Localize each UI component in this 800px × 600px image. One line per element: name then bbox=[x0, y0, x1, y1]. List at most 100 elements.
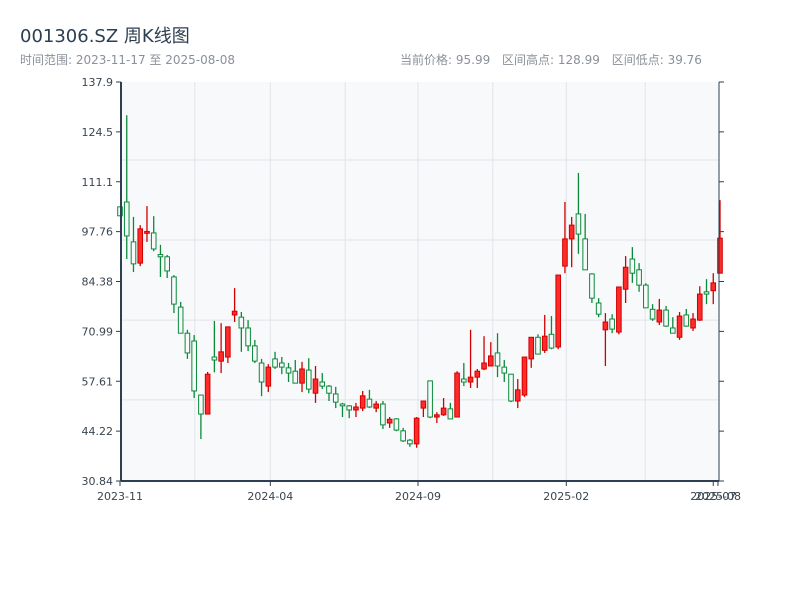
candle-body bbox=[494, 352, 501, 367]
candle-up bbox=[137, 225, 144, 267]
candle-body bbox=[589, 273, 595, 299]
candle-body bbox=[373, 403, 379, 409]
candle-body bbox=[198, 394, 204, 415]
candle-body bbox=[670, 327, 676, 334]
candle-body bbox=[211, 356, 218, 361]
candle-body bbox=[501, 366, 508, 374]
candle-body bbox=[177, 306, 184, 334]
candle-body bbox=[616, 286, 622, 333]
candle-body bbox=[474, 370, 481, 378]
candle-body bbox=[690, 318, 696, 329]
candle-body bbox=[312, 378, 319, 394]
candle-body bbox=[636, 269, 642, 286]
candle-body bbox=[218, 351, 224, 362]
candle-body bbox=[568, 224, 575, 240]
x-tick-label: 2023-11 bbox=[97, 490, 143, 503]
candle-body bbox=[299, 368, 305, 384]
candle-body bbox=[528, 336, 535, 360]
candle-body bbox=[555, 274, 562, 348]
candle-body bbox=[629, 258, 636, 274]
x-tick-label: 2024-04 bbox=[247, 490, 293, 503]
y-tick-label: 30.84 bbox=[82, 475, 114, 488]
candle-body bbox=[622, 266, 629, 290]
candle-body bbox=[231, 310, 238, 316]
candle-body bbox=[508, 373, 514, 402]
candle-down bbox=[643, 283, 649, 309]
plot-area bbox=[121, 82, 719, 481]
candle-body bbox=[285, 367, 292, 374]
candle-up bbox=[676, 311, 683, 340]
candle-down bbox=[380, 401, 386, 429]
candle-body bbox=[164, 256, 170, 272]
candle-body bbox=[123, 201, 130, 237]
candle-body bbox=[461, 378, 467, 383]
candle-body bbox=[238, 316, 245, 329]
candle-down bbox=[191, 335, 197, 399]
candle-body bbox=[413, 417, 420, 445]
candle-body bbox=[400, 430, 406, 442]
candle-down bbox=[393, 418, 400, 432]
candle-body bbox=[487, 355, 494, 367]
candle-body bbox=[521, 356, 528, 396]
candle-down bbox=[589, 273, 595, 304]
candle-body bbox=[339, 403, 346, 407]
x-tick-label: 2025-02 bbox=[543, 490, 589, 503]
candle-body bbox=[407, 439, 413, 445]
candle-up bbox=[616, 286, 622, 335]
candle-down bbox=[535, 334, 541, 355]
candle-body bbox=[191, 340, 197, 392]
candle-body bbox=[427, 380, 433, 418]
candle-body bbox=[380, 403, 386, 426]
candle-body bbox=[265, 366, 272, 387]
candle-body bbox=[703, 291, 710, 295]
candle-body bbox=[184, 332, 191, 354]
y-tick-label: 57.61 bbox=[82, 375, 114, 388]
candle-body bbox=[272, 358, 278, 368]
candle-body bbox=[548, 333, 555, 349]
candle-body bbox=[346, 405, 353, 411]
candlestick-chart: 137.9 124.5 111.1 97.76 84.38 70.99 57.61 44.22… bbox=[82, 76, 741, 503]
x-tick-label: 2025-08 bbox=[695, 490, 741, 503]
candle-body bbox=[676, 315, 683, 338]
candle-body bbox=[144, 230, 150, 234]
candle-body bbox=[420, 400, 427, 409]
y-tick-label: 137.9 bbox=[82, 76, 114, 89]
candle-body bbox=[157, 254, 164, 258]
candle-body bbox=[514, 389, 521, 402]
candle-body bbox=[683, 314, 690, 327]
candle-body bbox=[353, 406, 359, 411]
candle-down bbox=[508, 373, 514, 403]
candle-up bbox=[521, 356, 528, 397]
candle-body bbox=[319, 381, 326, 387]
candle-body bbox=[130, 241, 137, 265]
candle-body bbox=[643, 284, 649, 309]
candle-body bbox=[609, 318, 615, 330]
candle-body bbox=[575, 213, 582, 235]
candle-body bbox=[710, 282, 717, 292]
candle-body bbox=[535, 336, 541, 355]
candle-body bbox=[447, 408, 454, 420]
y-tick-label: 70.99 bbox=[82, 325, 114, 338]
candle-body bbox=[582, 238, 588, 271]
candle-body bbox=[454, 372, 460, 418]
candle-body bbox=[326, 385, 332, 394]
y-tick-label: 124.5 bbox=[82, 126, 114, 139]
x-tick-label: 2024-09 bbox=[395, 490, 441, 503]
candle-body bbox=[252, 345, 258, 362]
candle-body bbox=[366, 398, 373, 408]
y-tick-label: 97.76 bbox=[82, 226, 114, 239]
candle-body bbox=[386, 418, 393, 424]
candle-body bbox=[696, 293, 703, 321]
y-tick-label: 44.22 bbox=[82, 425, 114, 438]
candle-up bbox=[204, 371, 211, 415]
candle-body bbox=[541, 335, 548, 351]
candle-body bbox=[171, 276, 177, 305]
candle-body bbox=[292, 370, 299, 384]
candle-body bbox=[467, 376, 474, 383]
candle-body bbox=[656, 309, 663, 323]
candle-body bbox=[595, 302, 602, 315]
candle-up bbox=[555, 274, 562, 350]
candle-body bbox=[332, 393, 339, 403]
candle-body bbox=[663, 309, 669, 327]
candle-body bbox=[717, 237, 723, 274]
